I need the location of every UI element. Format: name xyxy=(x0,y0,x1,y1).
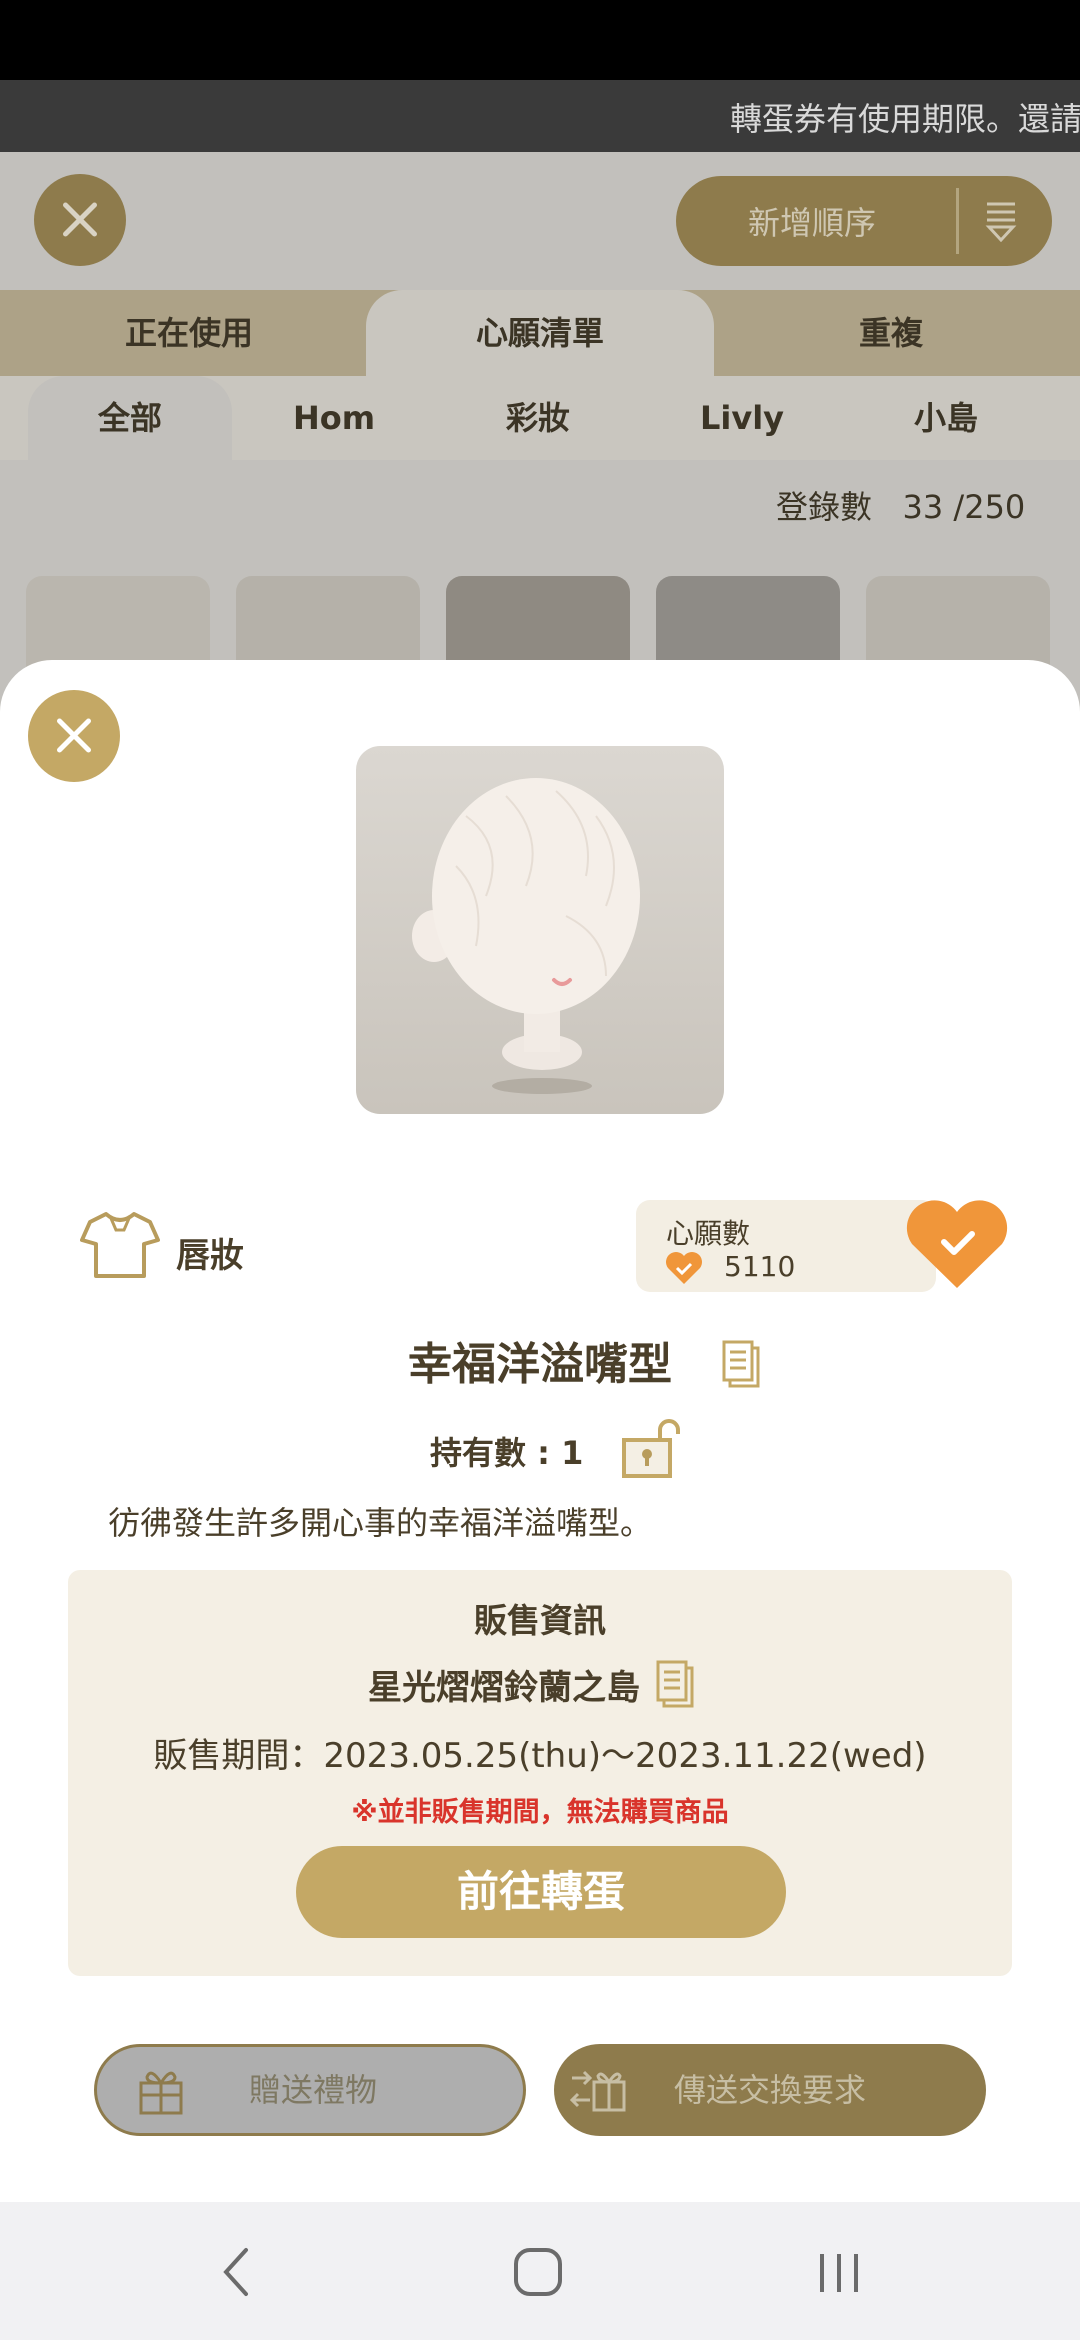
ticker-text: 轉蛋券有使用期限。還請 xyxy=(730,100,1080,138)
recent-apps-icon[interactable] xyxy=(814,2242,864,2302)
wish-count-label: 心願數 xyxy=(666,1217,751,1250)
item-description: 彷彿發生許多開心事的幸福洋溢嘴型。 xyxy=(108,1504,653,1542)
sale-island-name: 星光熠熠鈴蘭之島 xyxy=(368,1668,640,1708)
page-close-button[interactable] xyxy=(34,174,126,266)
subtab-hom[interactable]: Hom xyxy=(232,376,436,460)
status-bar xyxy=(0,0,1080,80)
sort-order-icon[interactable] xyxy=(984,200,1018,242)
owned-count: 持有數 : 1 xyxy=(430,1434,584,1472)
unlock-icon[interactable] xyxy=(620,1418,682,1480)
copy-icon[interactable] xyxy=(654,1658,696,1710)
wish-count-box: 心願數 5110 xyxy=(636,1200,936,1292)
subtab-livly[interactable]: Livly xyxy=(640,376,844,460)
subtab-island[interactable]: 小島 xyxy=(844,376,1048,460)
item-name-row: 幸福洋溢嘴型 xyxy=(0,1328,1080,1392)
notice-ticker: 轉蛋券有使用期限。還請 xyxy=(0,80,1080,152)
back-icon[interactable] xyxy=(216,2242,256,2302)
sale-info-panel: 販售資訊 星光熠熠鈴蘭之島 販售期間：2023.05.25(thu)～2023.… xyxy=(68,1570,1012,1976)
count-value: 33 /250 xyxy=(902,488,1026,526)
copy-icon[interactable] xyxy=(720,1338,762,1390)
subtab-all[interactable]: 全部 xyxy=(28,376,232,460)
tab-wishlist[interactable]: 心願清單 xyxy=(366,290,714,376)
item-name: 幸福洋溢嘴型 xyxy=(408,1339,672,1390)
shirt-icon xyxy=(80,1212,160,1278)
wishlist-heart-button[interactable] xyxy=(904,1198,1010,1290)
sort-label: 新增順序 xyxy=(748,204,877,242)
count-label: 登錄數 xyxy=(776,488,873,526)
system-navigation-bar xyxy=(0,2202,1080,2340)
send-trade-request-label: 傳送交換要求 xyxy=(673,2071,866,2109)
sale-period: 販售期間：2023.05.25(thu)～2023.11.22(wed) xyxy=(153,1736,927,1776)
item-category: 唇妝 xyxy=(80,1210,280,1290)
send-gift-label: 贈送禮物 xyxy=(248,2071,377,2109)
head-mannequin-icon xyxy=(412,778,640,1094)
sort-button[interactable]: 新增順序 xyxy=(676,176,1052,266)
item-image xyxy=(356,746,724,1114)
heart-check-icon xyxy=(666,1252,702,1284)
item-detail-modal: 唇妝 心願數 5110 幸福洋溢嘴型 持有數 : 1 彷彿發生許多開心事的幸福洋… xyxy=(0,660,1080,2202)
goto-gacha-button[interactable]: 前往轉蛋 xyxy=(296,1846,786,1938)
category-tabs: 全部 Hom 彩妝 Livly 小島 xyxy=(0,376,1080,460)
registration-count: 登錄數 33 /250 xyxy=(776,482,1025,528)
subtab-makeup[interactable]: 彩妝 xyxy=(436,376,640,460)
home-icon[interactable] xyxy=(510,2242,566,2302)
sale-info-title: 販售資訊 xyxy=(474,1601,606,1640)
main-tabs: 正在使用 心願清單 重複 xyxy=(0,290,1080,376)
send-trade-request-button[interactable]: 傳送交換要求 xyxy=(554,2044,986,2136)
tab-in-use[interactable]: 正在使用 xyxy=(24,290,354,376)
send-gift-button[interactable]: 贈送禮物 xyxy=(94,2044,526,2136)
category-label: 唇妝 xyxy=(176,1236,244,1276)
modal-close-button[interactable] xyxy=(28,690,120,782)
tab-duplicate[interactable]: 重複 xyxy=(726,290,1056,376)
sale-warning: ※並非販售期間，無法購買商品 xyxy=(351,1797,729,1828)
wish-count-value: 5110 xyxy=(724,1250,796,1283)
